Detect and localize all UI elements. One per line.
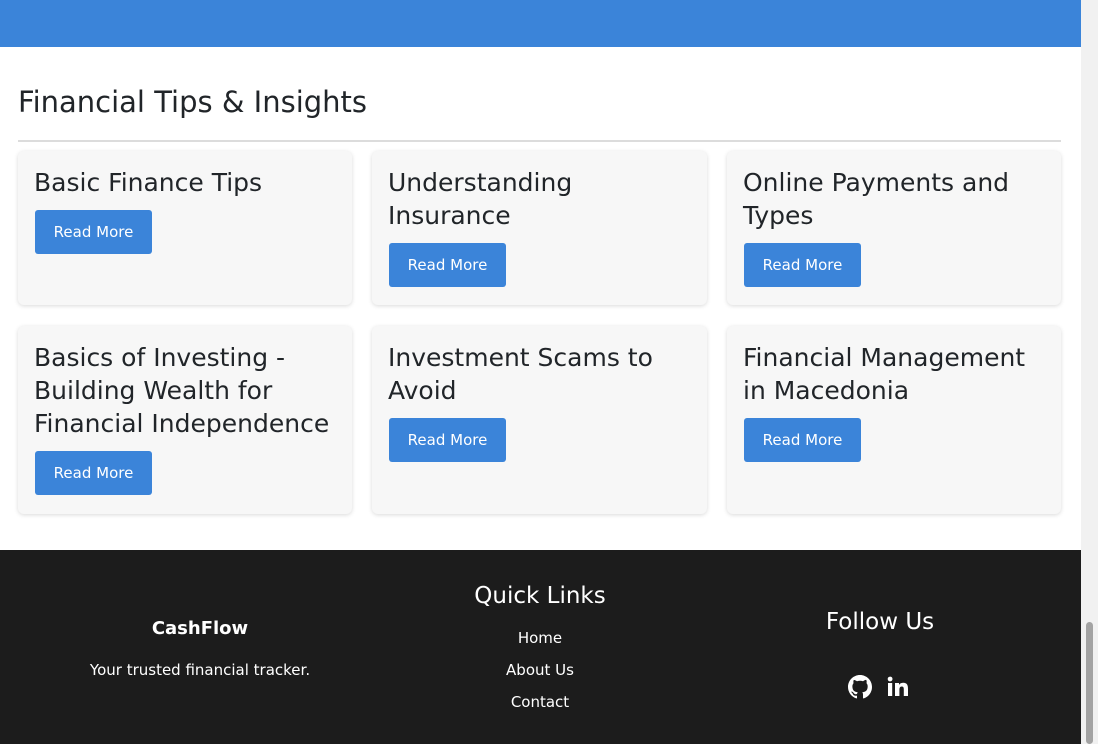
card-title: Understanding Insurance [388, 168, 573, 230]
card-title: Basic Finance Tips [34, 168, 263, 197]
read-more-button[interactable]: Read More [744, 418, 861, 462]
footer-link-home[interactable]: Home [380, 629, 700, 647]
github-icon[interactable] [848, 675, 872, 699]
scrollbar-thumb[interactable] [1086, 622, 1093, 744]
read-more-button[interactable]: Read More [389, 243, 506, 287]
follow-us-title: Follow Us [825, 609, 935, 635]
tip-card: Basics of Investing - Building Wealth fo… [18, 326, 352, 514]
read-more-button[interactable]: Read More [744, 243, 861, 287]
footer-tagline: Your trusted financial tracker. [89, 661, 311, 679]
footer-brand: CashFlow [151, 618, 249, 639]
card-title: Basics of Investing - Building Wealth fo… [34, 343, 330, 438]
quick-links-title: Quick Links [474, 583, 606, 609]
read-more-button[interactable]: Read More [35, 210, 152, 254]
footer-link-about[interactable]: About Us [380, 661, 700, 679]
section-title: Financial Tips & Insights [18, 85, 368, 119]
social-links [848, 675, 912, 701]
tip-card: Financial Management in Macedonia Read M… [727, 326, 1061, 514]
card-title: Financial Management in Macedonia [743, 343, 1026, 405]
tip-card: Investment Scams to Avoid Read More [372, 326, 707, 514]
tip-card: Basic Finance Tips Read More [18, 151, 352, 305]
linkedin-icon[interactable] [886, 675, 910, 699]
tip-card: Online Payments and Types Read More [727, 151, 1061, 305]
top-navbar [0, 0, 1081, 47]
page: Financial Tips & Insights Basic Finance … [0, 0, 1081, 744]
read-more-button[interactable]: Read More [35, 451, 152, 495]
read-more-button[interactable]: Read More [389, 418, 506, 462]
footer-link-contact[interactable]: Contact [380, 693, 700, 711]
scrollbar[interactable] [1081, 0, 1098, 744]
card-title: Online Payments and Types [743, 168, 1010, 230]
tip-card: Understanding Insurance Read More [372, 151, 707, 305]
footer: CashFlow Your trusted financial tracker.… [0, 550, 1081, 744]
section-divider [18, 140, 1061, 142]
card-title: Investment Scams to Avoid [388, 343, 653, 405]
